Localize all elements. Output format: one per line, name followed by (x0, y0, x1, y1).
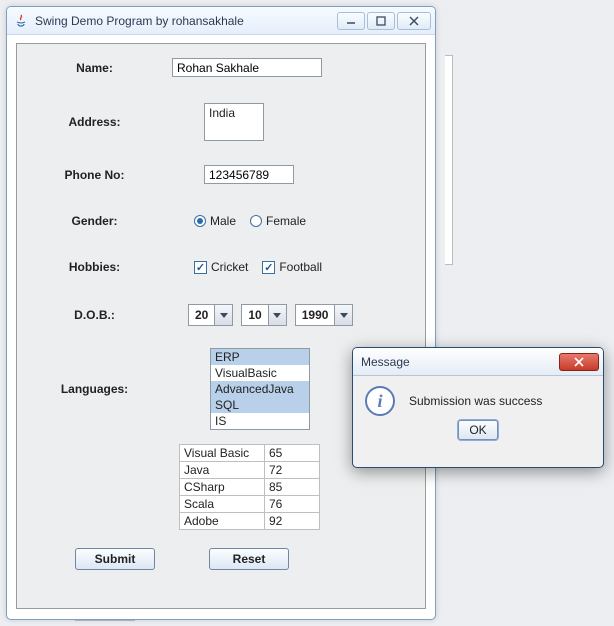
dialog-title: Message (361, 355, 410, 369)
list-item[interactable]: ERP (211, 349, 309, 365)
dialog-close-button[interactable] (559, 353, 599, 371)
hobby-football-label: Football (279, 260, 322, 274)
table-cell: 72 (265, 462, 320, 479)
chevron-down-icon (214, 305, 232, 325)
reset-button[interactable]: Reset (209, 548, 289, 570)
hobby-cricket-checkbox[interactable]: ✓ Cricket (194, 260, 248, 274)
name-field[interactable] (172, 58, 322, 77)
hobbies-label: Hobbies: (17, 260, 172, 274)
list-item[interactable]: IS (211, 413, 309, 429)
dob-month-select[interactable]: 10 (241, 304, 286, 326)
table-cell: Adobe (180, 513, 265, 530)
table-cell: Scala (180, 496, 265, 513)
maximize-button[interactable] (367, 12, 395, 30)
dob-month-value: 10 (242, 308, 267, 322)
background-panel-edge (445, 55, 453, 265)
checkbox-icon: ✓ (262, 261, 275, 274)
table-cell: Visual Basic (180, 445, 265, 462)
submit-button[interactable]: Submit (75, 548, 155, 570)
table-cell: Java (180, 462, 265, 479)
table-row[interactable]: Java72 (180, 462, 320, 479)
window-title: Swing Demo Program by rohansakhale (35, 14, 337, 28)
gender-male-label: Male (210, 214, 236, 228)
chevron-down-icon (268, 305, 286, 325)
form-panel: Name: Address: India Phone No: Gender: M… (16, 43, 426, 609)
table-cell: 85 (265, 479, 320, 496)
list-item[interactable]: SQL (211, 397, 309, 413)
table-cell: 92 (265, 513, 320, 530)
info-icon: i (365, 386, 395, 416)
chevron-down-icon (334, 305, 352, 325)
phone-field[interactable] (204, 165, 294, 184)
name-label: Name: (17, 61, 172, 75)
scores-table: Visual Basic65 Java72 CSharp85 Scala76 A… (179, 444, 320, 530)
radio-icon (194, 215, 206, 227)
gender-label: Gender: (17, 214, 172, 228)
phone-label: Phone No: (17, 168, 172, 182)
dob-label: D.O.B.: (17, 308, 172, 322)
table-cell: 76 (265, 496, 320, 513)
java-icon (13, 13, 29, 29)
ok-button[interactable]: OK (458, 420, 497, 440)
checkbox-icon: ✓ (194, 261, 207, 274)
hobby-football-checkbox[interactable]: ✓ Football (262, 260, 322, 274)
address-field[interactable]: India (204, 103, 264, 141)
titlebar[interactable]: Swing Demo Program by rohansakhale (7, 7, 435, 35)
list-item[interactable]: VisualBasic (211, 365, 309, 381)
gender-female-radio[interactable]: Female (250, 214, 306, 228)
table-row[interactable]: Adobe92 (180, 513, 320, 530)
gender-male-radio[interactable]: Male (194, 214, 236, 228)
dialog-titlebar[interactable]: Message (353, 348, 603, 376)
table-cell: CSharp (180, 479, 265, 496)
main-window: Swing Demo Program by rohansakhale Name:… (6, 6, 436, 620)
table-row[interactable]: CSharp85 (180, 479, 320, 496)
hobby-cricket-label: Cricket (211, 260, 248, 274)
list-item[interactable]: AdvancedJava (211, 381, 309, 397)
dob-day-value: 20 (189, 308, 214, 322)
close-button[interactable] (397, 12, 431, 30)
table-row[interactable]: Visual Basic65 (180, 445, 320, 462)
address-label: Address: (17, 115, 172, 129)
dialog-message: Submission was success (409, 394, 542, 408)
table-cell: 65 (265, 445, 320, 462)
gender-female-label: Female (266, 214, 306, 228)
dob-year-value: 1990 (296, 308, 335, 322)
radio-icon (250, 215, 262, 227)
dob-year-select[interactable]: 1990 (295, 304, 354, 326)
dob-day-select[interactable]: 20 (188, 304, 233, 326)
minimize-button[interactable] (337, 12, 365, 30)
languages-label: Languages: (17, 382, 172, 396)
table-row[interactable]: Scala76 (180, 496, 320, 513)
message-dialog: Message i Submission was success OK (352, 347, 604, 468)
languages-listbox[interactable]: ERP VisualBasic AdvancedJava SQL IS (210, 348, 310, 430)
